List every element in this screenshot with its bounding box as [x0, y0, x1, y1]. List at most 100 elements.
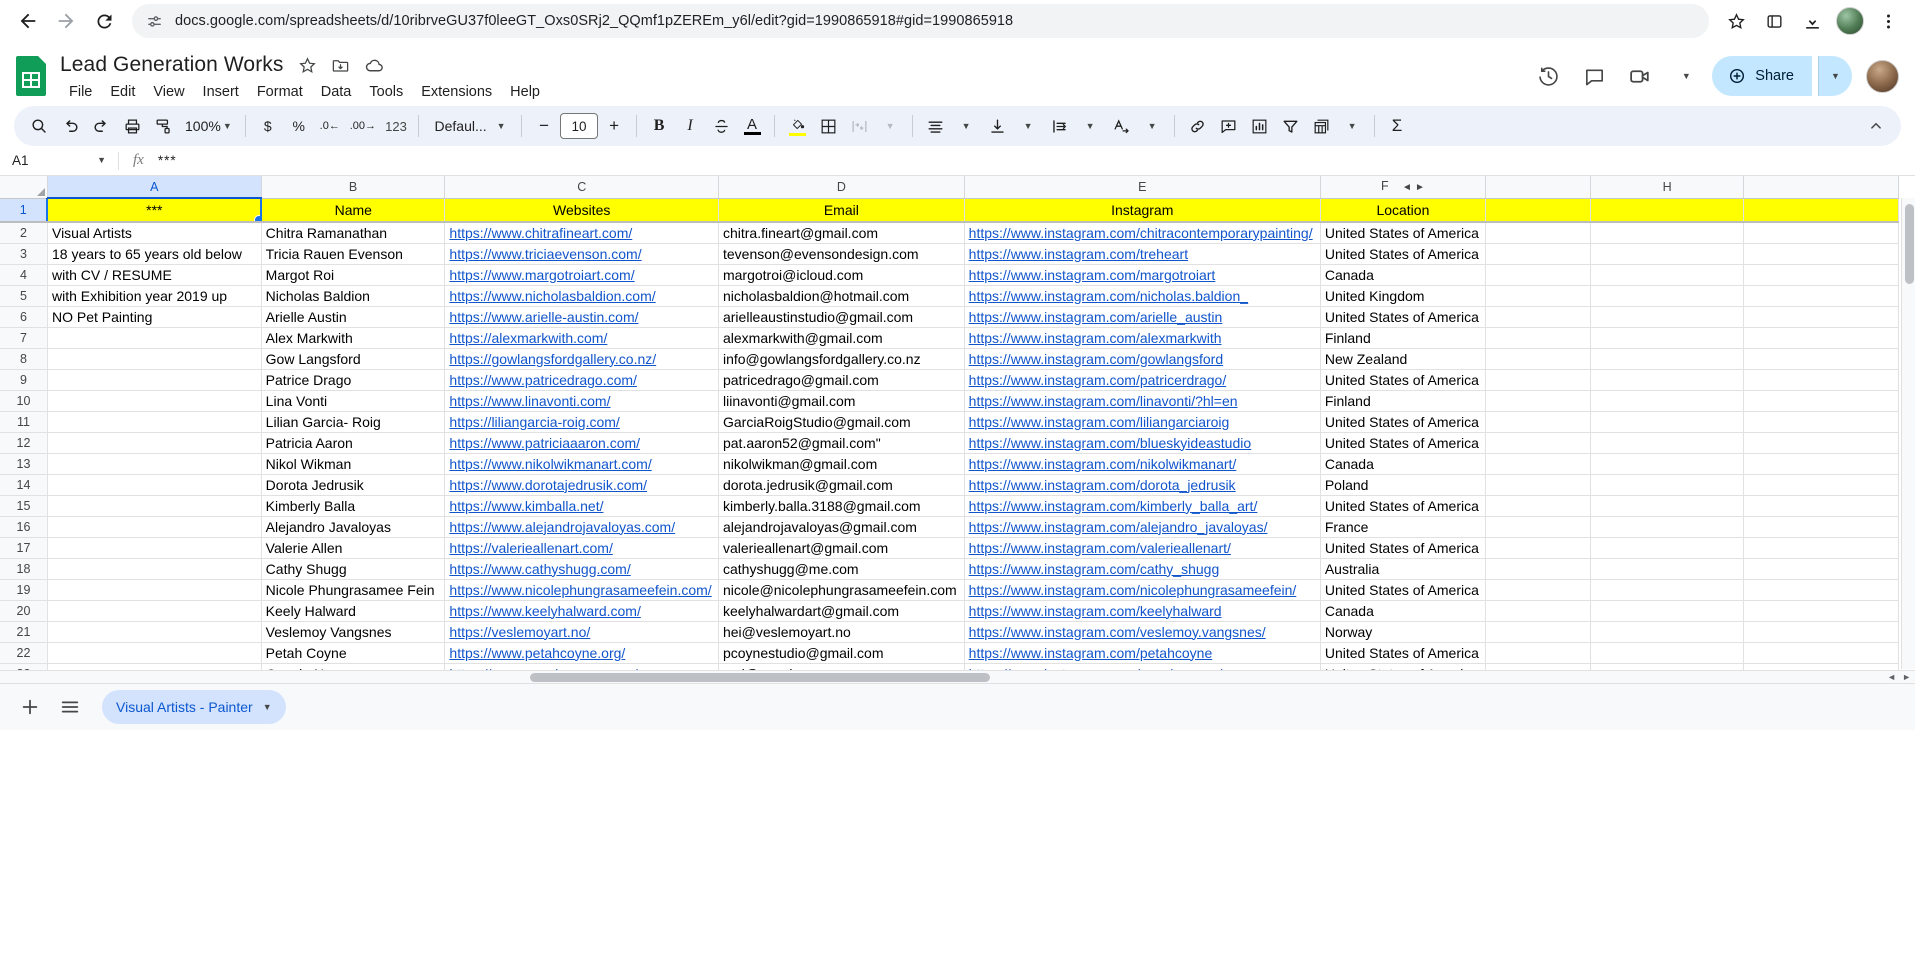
- column-header-h[interactable]: H: [1591, 176, 1744, 198]
- column-resize-arrows[interactable]: ◄►: [1392, 180, 1425, 194]
- cell-D18[interactable]: cathyshugg@me.com: [718, 558, 964, 579]
- column-header-b[interactable]: B: [261, 176, 445, 198]
- cell-H15[interactable]: [1591, 495, 1744, 516]
- vertical-align-caret[interactable]: ▼: [1013, 111, 1043, 141]
- cell-A5[interactable]: with Exhibition year 2019 up: [47, 285, 261, 306]
- cell-C6[interactable]: https://www.arielle-austin.com/: [445, 306, 719, 327]
- cell-D11[interactable]: GarciaRoigStudio@gmail.com: [718, 411, 964, 432]
- horizontal-align-button[interactable]: [920, 111, 950, 141]
- version-history-button[interactable]: [1528, 56, 1568, 96]
- cell-I5[interactable]: [1744, 285, 1899, 306]
- cell-I18[interactable]: [1744, 558, 1899, 579]
- cell-C17[interactable]: https://valerieallenart.com/: [445, 537, 719, 558]
- cell-A8[interactable]: [47, 348, 261, 369]
- cell-F11[interactable]: United States of America: [1320, 411, 1485, 432]
- cell-G17[interactable]: [1486, 537, 1591, 558]
- percent-format-button[interactable]: %: [284, 111, 314, 141]
- create-filter-button[interactable]: [1275, 111, 1305, 141]
- cell-link[interactable]: https://liliangarcia-roig.com/: [449, 414, 619, 430]
- cell-F19[interactable]: United States of America: [1320, 579, 1485, 600]
- cell-B6[interactable]: Arielle Austin: [261, 306, 445, 327]
- downloads-button[interactable]: [1795, 4, 1829, 38]
- cell-H14[interactable]: [1591, 474, 1744, 495]
- cell-G5[interactable]: [1486, 285, 1591, 306]
- add-comment-button[interactable]: [1213, 111, 1243, 141]
- comments-button[interactable]: [1574, 56, 1614, 96]
- cell-A3[interactable]: 18 years to 65 years old below: [47, 243, 261, 264]
- cell-G3[interactable]: [1486, 243, 1591, 264]
- cell-D23[interactable]: cyd@connienoyes.com: [718, 663, 964, 670]
- cell-link[interactable]: https://www.triciaevenson.com/: [449, 246, 641, 262]
- row-header-18[interactable]: 18: [0, 558, 47, 579]
- cell-I8[interactable]: [1744, 348, 1899, 369]
- cell-link[interactable]: https://www.instagram.com/liliangarciaro…: [969, 414, 1230, 430]
- meet-button[interactable]: [1620, 56, 1660, 96]
- cell-link[interactable]: https://www.instagram.com/keelyhalward: [969, 603, 1222, 619]
- fill-color-button[interactable]: [782, 111, 812, 141]
- profile-button[interactable]: [1833, 4, 1867, 38]
- cell-A10[interactable]: [47, 390, 261, 411]
- cell-E16[interactable]: https://www.instagram.com/alejandro_java…: [964, 516, 1320, 537]
- cell-F5[interactable]: United Kingdom: [1320, 285, 1485, 306]
- cell-F14[interactable]: Poland: [1320, 474, 1485, 495]
- cell-c1[interactable]: Websites: [445, 198, 719, 222]
- cell-B22[interactable]: Petah Coyne: [261, 642, 445, 663]
- cell-A15[interactable]: [47, 495, 261, 516]
- cell-G8[interactable]: [1486, 348, 1591, 369]
- cell-link[interactable]: https://www.instagram.com/nicholas.baldi…: [969, 288, 1248, 304]
- cell-G11[interactable]: [1486, 411, 1591, 432]
- cell-F3[interactable]: United States of America: [1320, 243, 1485, 264]
- cell-I10[interactable]: [1744, 390, 1899, 411]
- row-header-17[interactable]: 17: [0, 537, 47, 558]
- meet-caret[interactable]: ▼: [1666, 56, 1706, 96]
- horizontal-align-caret[interactable]: ▼: [951, 111, 981, 141]
- cell-H22[interactable]: [1591, 642, 1744, 663]
- cell-A19[interactable]: [47, 579, 261, 600]
- cell-E17[interactable]: https://www.instagram.com/valerieallenar…: [964, 537, 1320, 558]
- cell-D2[interactable]: chitra.fineart@gmail.com: [718, 222, 964, 243]
- cell-G2[interactable]: [1486, 222, 1591, 243]
- menu-data[interactable]: Data: [312, 81, 361, 103]
- cell-F23[interactable]: Unites States of America: [1320, 663, 1485, 670]
- menu-tools[interactable]: Tools: [360, 81, 412, 103]
- cell-A14[interactable]: [47, 474, 261, 495]
- row-header-21[interactable]: 21: [0, 621, 47, 642]
- cell-link[interactable]: https://alexmarkwith.com/: [449, 330, 607, 346]
- cell-H20[interactable]: [1591, 600, 1744, 621]
- cell-E23[interactable]: https://www.instagram.com/connienoyes/: [964, 663, 1320, 670]
- cell-I12[interactable]: [1744, 432, 1899, 453]
- cell-G21[interactable]: [1486, 621, 1591, 642]
- cell-C23[interactable]: https://www.connienoyes.com/: [445, 663, 719, 670]
- cell-D4[interactable]: margotroi@icloud.com: [718, 264, 964, 285]
- forward-button[interactable]: [48, 3, 84, 39]
- cell-I6[interactable]: [1744, 306, 1899, 327]
- cell-G20[interactable]: [1486, 600, 1591, 621]
- sheet-tab-visual-artists-painter[interactable]: Visual Artists - Painter ▼: [102, 690, 286, 724]
- cell-C12[interactable]: https://www.patriciaaaron.com/: [445, 432, 719, 453]
- cell-g1[interactable]: [1486, 198, 1591, 222]
- cell-link[interactable]: https://www.cathyshugg.com/: [449, 561, 630, 577]
- cell-A18[interactable]: [47, 558, 261, 579]
- cell-E4[interactable]: https://www.instagram.com/margotroiart: [964, 264, 1320, 285]
- collapse-toolbar-button[interactable]: [1861, 111, 1891, 141]
- cell-B16[interactable]: Alejandro Javaloyas: [261, 516, 445, 537]
- cell-link[interactable]: https://www.arielle-austin.com/: [449, 309, 638, 325]
- currency-format-button[interactable]: $: [253, 111, 283, 141]
- row-header-2[interactable]: 2: [0, 222, 47, 243]
- cell-A6[interactable]: NO Pet Painting: [47, 306, 261, 327]
- cell-link[interactable]: https://www.keelyhalward.com/: [449, 603, 640, 619]
- column-header-i[interactable]: [1744, 176, 1899, 198]
- cell-D12[interactable]: pat.aaron52@gmail.com": [718, 432, 964, 453]
- cell-A4[interactable]: with CV / RESUME: [47, 264, 261, 285]
- cell-link[interactable]: https://www.instagram.com/nikolwikmanart…: [969, 456, 1237, 472]
- row-header-12[interactable]: 12: [0, 432, 47, 453]
- cell-I21[interactable]: [1744, 621, 1899, 642]
- cell-I7[interactable]: [1744, 327, 1899, 348]
- cell-D21[interactable]: hei@veslemoyart.no: [718, 621, 964, 642]
- text-color-button[interactable]: A: [737, 111, 767, 141]
- cell-C13[interactable]: https://www.nikolwikmanart.com/: [445, 453, 719, 474]
- row-header-1[interactable]: 1: [0, 198, 47, 222]
- text-rotation-button[interactable]: [1106, 111, 1136, 141]
- strikethrough-button[interactable]: [706, 111, 736, 141]
- cell-link[interactable]: https://www.instagram.com/patricerdrago/: [969, 372, 1227, 388]
